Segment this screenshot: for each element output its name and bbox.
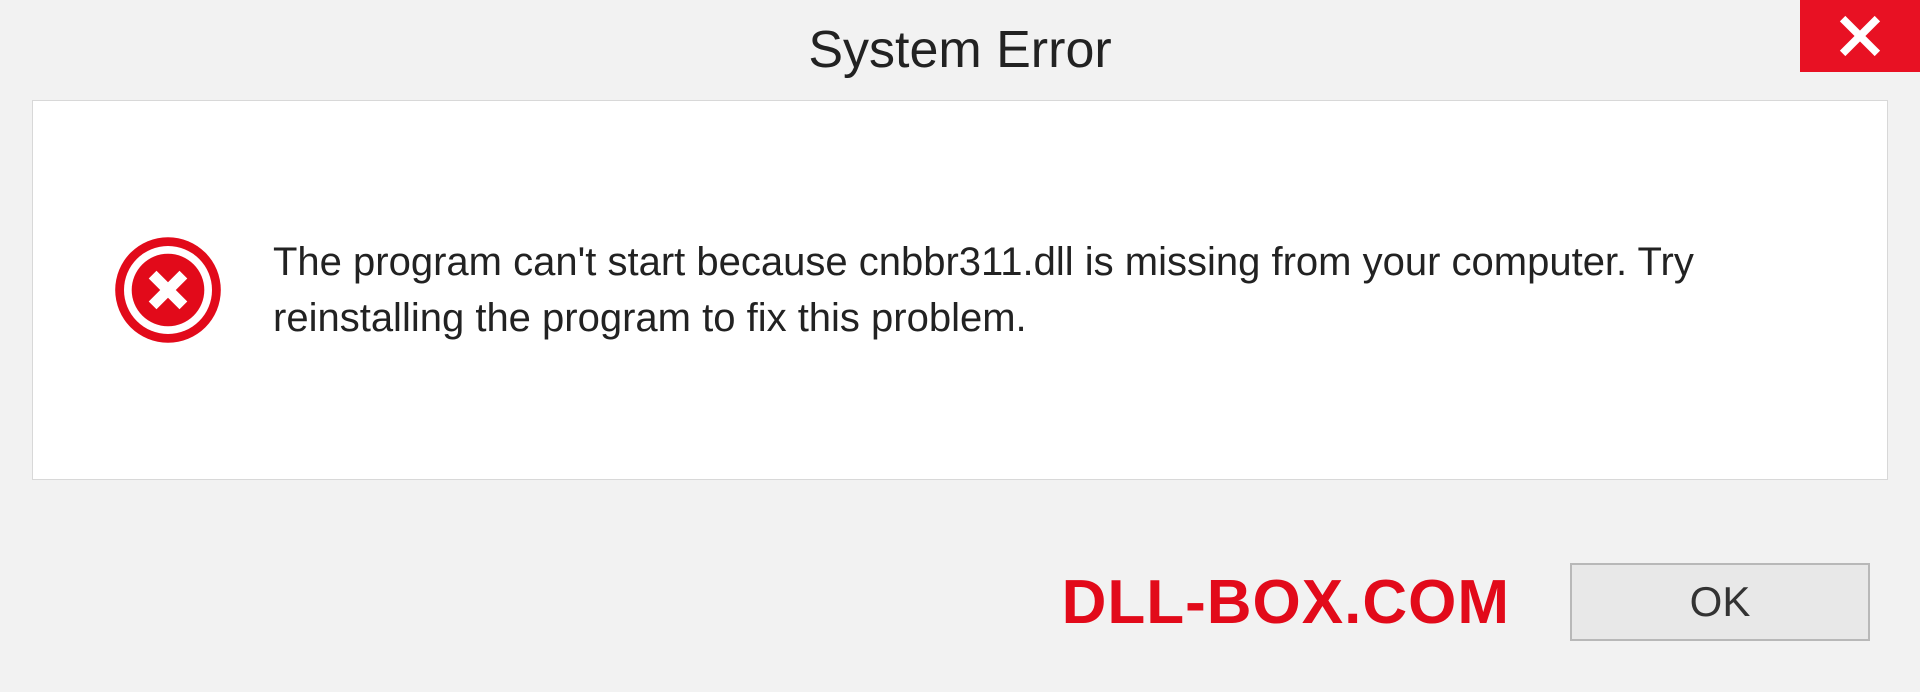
ok-button[interactable]: OK xyxy=(1570,563,1870,641)
dialog-footer: DLL-BOX.COM OK xyxy=(0,512,1920,692)
dialog-title: System Error xyxy=(808,20,1111,80)
dialog-content: The program can't start because cnbbr311… xyxy=(32,100,1888,480)
close-icon xyxy=(1838,14,1882,58)
close-button[interactable] xyxy=(1800,0,1920,72)
error-message: The program can't start because cnbbr311… xyxy=(273,234,1827,346)
titlebar: System Error xyxy=(0,0,1920,100)
error-icon xyxy=(113,235,223,345)
watermark-text: DLL-BOX.COM xyxy=(1062,567,1510,638)
ok-button-label: OK xyxy=(1690,578,1751,626)
